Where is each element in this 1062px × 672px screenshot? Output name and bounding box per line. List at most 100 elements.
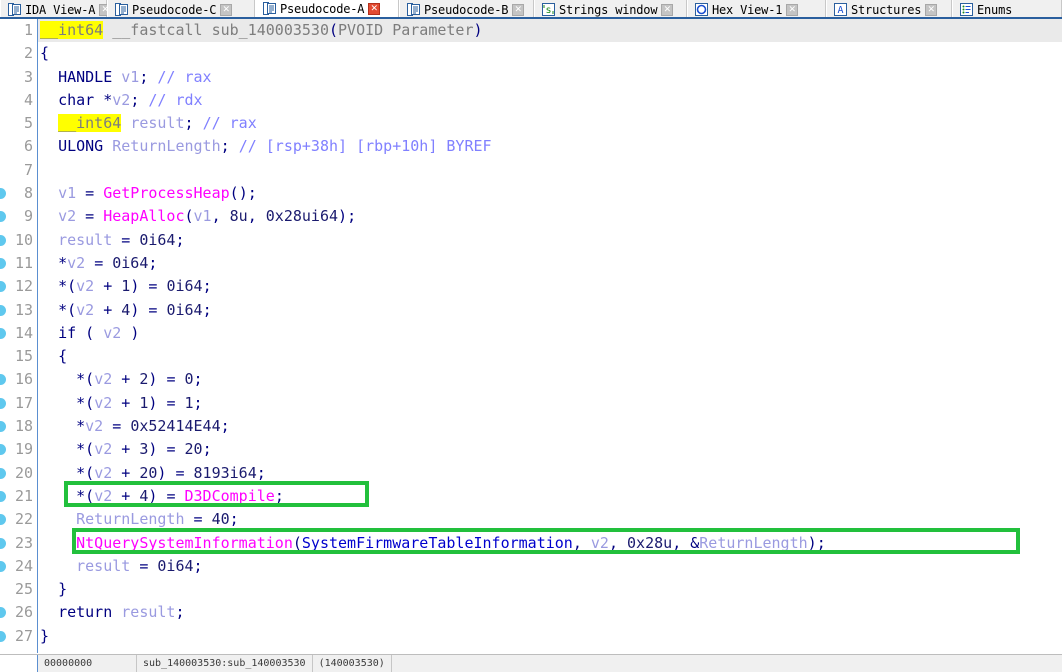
code-line-text[interactable]: v2 = HeapAlloc(v1, 8u, 0x28ui64); xyxy=(40,205,356,228)
code-function-token[interactable]: GetProcessHeap xyxy=(103,184,229,202)
code-line[interactable]: 8 v1 = GetProcessHeap(); xyxy=(0,182,1062,205)
code-line[interactable]: 21 *(v2 + 4) = D3DCompile; xyxy=(0,485,1062,508)
code-line-text[interactable]: ULONG ReturnLength; // [rsp+38h] [rbp+10… xyxy=(40,135,492,158)
code-line-text[interactable]: *(v2 + 4) = 0i64; xyxy=(40,299,212,322)
close-icon[interactable]: ✕ xyxy=(220,3,233,16)
close-icon[interactable]: ✕ xyxy=(661,3,674,16)
highlighted-token[interactable]: __int64 xyxy=(40,21,104,39)
code-line[interactable]: 6 ULONG ReturnLength; // [rsp+38h] [rbp+… xyxy=(0,135,1062,158)
close-icon[interactable]: ✕ xyxy=(786,3,799,16)
tab-hex-view-1[interactable]: Hex View-1 ✕ xyxy=(687,0,826,17)
code-variable-token[interactable]: ReturnLength xyxy=(76,510,184,528)
code-line[interactable]: 20 *(v2 + 20) = 8193i64; xyxy=(0,462,1062,485)
tab-pseudocode-b[interactable]: Pseudocode-B ✕ xyxy=(399,0,534,17)
code-line-text[interactable]: ReturnLength = 40; xyxy=(40,508,239,531)
pseudocode-view[interactable]: 1 __int64 __fastcall sub_140003530(PVOID … xyxy=(0,19,1062,653)
code-line-text[interactable]: *(v2 + 20) = 8193i64; xyxy=(40,462,266,485)
code-variable-token[interactable]: v1 xyxy=(194,207,212,225)
code-line-text[interactable]: *v2 = 0i64; xyxy=(40,252,157,275)
code-variable-token[interactable]: v2 xyxy=(94,394,112,412)
code-line-text[interactable]: __int64 __fastcall sub_140003530(PVOID P… xyxy=(40,19,483,42)
code-line-text[interactable]: HANDLE v1; // rax xyxy=(40,66,212,89)
code-variable-token[interactable]: v2 xyxy=(76,277,94,295)
close-icon[interactable]: ✕ xyxy=(925,3,938,16)
code-line-text[interactable]: *(v2 + 4) = D3DCompile; xyxy=(40,485,284,508)
code-line[interactable]: 26 return result; xyxy=(0,601,1062,624)
code-line-text[interactable]: result = 0i64; xyxy=(40,229,184,252)
code-function-token[interactable]: D3DCompile xyxy=(185,487,275,505)
code-line-text[interactable]: } xyxy=(40,578,67,601)
code-variable-token[interactable]: ReturnLength xyxy=(699,534,807,552)
tab-ida-view-a[interactable]: IDA View-A ✕ xyxy=(0,0,112,17)
code-variable-token[interactable]: v1 xyxy=(121,68,139,86)
code-line-text[interactable]: *v2 = 0x52414E44; xyxy=(40,415,230,438)
code-line[interactable]: 11 *v2 = 0i64; xyxy=(0,252,1062,275)
code-line[interactable]: 5 __int64 result; // rax xyxy=(0,112,1062,135)
code-line-text[interactable]: } xyxy=(40,625,49,648)
code-line[interactable]: 17 *(v2 + 1) = 1; xyxy=(0,392,1062,415)
tab-structures[interactable]: A Structures ✕ xyxy=(826,0,952,17)
code-variable-token[interactable]: v2 xyxy=(67,254,85,272)
code-line[interactable]: 13 *(v2 + 4) = 0i64; xyxy=(0,299,1062,322)
code-line[interactable]: 16 *(v2 + 2) = 0; xyxy=(0,368,1062,391)
code-variable-token[interactable]: v2 xyxy=(58,207,76,225)
code-line[interactable]: 24 result = 0i64; xyxy=(0,555,1062,578)
code-line[interactable]: 23 NtQuerySystemInformation(SystemFirmwa… xyxy=(0,532,1062,555)
code-variable-token[interactable]: v2 xyxy=(94,370,112,388)
code-variable-token[interactable]: v2 xyxy=(103,324,121,342)
code-function-token[interactable]: HeapAlloc xyxy=(103,207,184,225)
code-line-text[interactable]: *(v2 + 3) = 20; xyxy=(40,438,211,461)
code-variable-token[interactable]: v2 xyxy=(112,91,130,109)
code-variable-token[interactable]: v1 xyxy=(58,184,76,202)
code-line-text[interactable]: return result; xyxy=(40,601,184,624)
tab-pseudocode-a[interactable]: Pseudocode-A ✕ xyxy=(255,0,399,17)
code-variable-token[interactable]: v2 xyxy=(76,301,94,319)
code-line[interactable]: 12 *(v2 + 1) = 0i64; xyxy=(0,275,1062,298)
tab-enums[interactable]: Enums xyxy=(952,0,1062,17)
code-variable-token[interactable]: v2 xyxy=(94,487,112,505)
code-line-text[interactable]: *(v2 + 2) = 0; xyxy=(40,368,202,391)
pseudocode-text[interactable]: 1 __int64 __fastcall sub_140003530(PVOID … xyxy=(0,19,1062,648)
code-line[interactable]: 18 *v2 = 0x52414E44; xyxy=(0,415,1062,438)
code-line[interactable]: 1 __int64 __fastcall sub_140003530(PVOID … xyxy=(0,19,1062,43)
code-line-text[interactable]: { xyxy=(40,42,49,65)
code-line-text[interactable]: char *v2; // rdx xyxy=(40,89,203,112)
code-variable-token[interactable]: v2 xyxy=(85,417,103,435)
code-variable-token[interactable]: result xyxy=(58,231,112,249)
code-variable-token[interactable]: ReturnLength xyxy=(112,137,220,155)
code-function-token[interactable]: NtQuerySystemInformation xyxy=(76,534,293,552)
code-line-text[interactable]: *(v2 + 1) = 1; xyxy=(40,392,202,415)
code-line[interactable]: 2{ xyxy=(0,42,1062,65)
code-line-text[interactable]: *(v2 + 1) = 0i64; xyxy=(40,275,212,298)
code-line[interactable]: 7 xyxy=(0,159,1062,182)
code-variable-token[interactable]: v2 xyxy=(94,464,112,482)
tab-strings-window[interactable]: s Strings window ✕ xyxy=(534,0,687,17)
code-line[interactable]: 4 char *v2; // rdx xyxy=(0,89,1062,112)
code-line[interactable]: 22 ReturnLength = 40; xyxy=(0,508,1062,531)
code-line[interactable]: 25 } xyxy=(0,578,1062,601)
code-variable-token[interactable]: v2 xyxy=(94,440,112,458)
code-variable-token[interactable]: result xyxy=(130,114,184,132)
close-icon[interactable]: ✕ xyxy=(512,3,525,16)
code-variable-token[interactable]: v2 xyxy=(591,534,609,552)
code-line-text[interactable]: NtQuerySystemInformation(SystemFirmwareT… xyxy=(40,532,826,555)
code-line-text[interactable]: __int64 result; // rax xyxy=(40,112,257,135)
code-line-text[interactable]: { xyxy=(40,345,67,368)
code-line[interactable]: 10 result = 0i64; xyxy=(0,229,1062,252)
code-line-text[interactable]: v1 = GetProcessHeap(); xyxy=(40,182,257,205)
code-variable-token[interactable]: result xyxy=(121,603,175,621)
code-line[interactable]: 3 HANDLE v1; // rax xyxy=(0,66,1062,89)
code-line[interactable]: 9 v2 = HeapAlloc(v1, 8u, 0x28ui64); xyxy=(0,205,1062,228)
code-line[interactable]: 14 if ( v2 ) xyxy=(0,322,1062,345)
code-line[interactable]: 19 *(v2 + 3) = 20; xyxy=(0,438,1062,461)
code-line[interactable]: 15 { xyxy=(0,345,1062,368)
tab-pseudocode-c[interactable]: Pseudocode-C ✕ xyxy=(107,0,255,17)
code-function-name[interactable]: sub_140003530 xyxy=(212,21,329,39)
highlighted-token[interactable]: __int64 xyxy=(58,114,122,133)
code-line[interactable]: 27} xyxy=(0,625,1062,648)
code-variable-token[interactable]: result xyxy=(76,557,130,575)
close-icon[interactable]: ✕ xyxy=(368,2,381,15)
code-enum-token[interactable]: SystemFirmwareTableInformation xyxy=(302,534,573,552)
code-variable-token[interactable]: Parameter xyxy=(392,21,473,39)
code-line-text[interactable]: result = 0i64; xyxy=(40,555,202,578)
